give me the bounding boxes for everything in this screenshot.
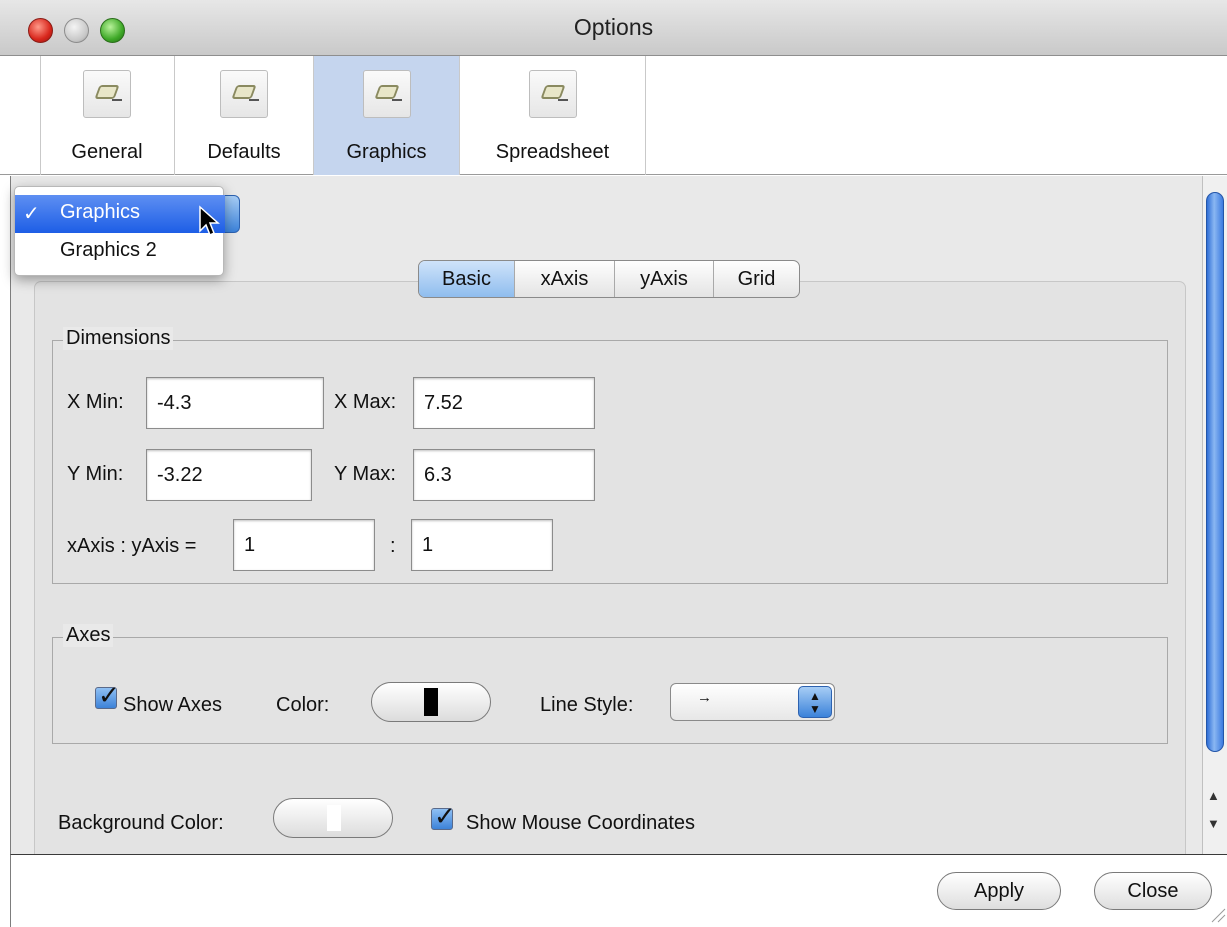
checkmark-icon: ✓ bbox=[434, 801, 456, 831]
checkmark-icon: ✓ bbox=[23, 203, 40, 225]
preferences-icon bbox=[220, 70, 268, 118]
background-color-label: Background Color: bbox=[58, 812, 224, 834]
axes-color-button[interactable] bbox=[371, 682, 491, 722]
title-bar: Options bbox=[0, 0, 1227, 56]
ratio-separator: : bbox=[390, 535, 396, 557]
show-mouse-coordinates-label: Show Mouse Coordinates bbox=[466, 812, 696, 834]
toolbar-item-defaults[interactable]: Defaults bbox=[175, 56, 314, 175]
window-title: Options bbox=[573, 14, 654, 40]
axes-title: Axes bbox=[63, 624, 114, 647]
menu-item-graphics[interactable]: ✓ Graphics bbox=[15, 195, 225, 233]
line-style-label: Line Style: bbox=[540, 694, 634, 716]
dimensions-title: Dimensions bbox=[63, 327, 174, 350]
tab-xaxis[interactable]: xAxis bbox=[515, 261, 615, 297]
close-button[interactable]: Close bbox=[1094, 872, 1212, 910]
show-axes-label: Show Axes bbox=[123, 694, 222, 716]
x-min-label: X Min: bbox=[67, 391, 124, 413]
scrollbar-thumb[interactable] bbox=[1206, 192, 1224, 752]
preferences-icon bbox=[83, 70, 131, 118]
toolbar-item-label: Graphics bbox=[346, 141, 427, 163]
preferences-icon bbox=[362, 70, 411, 118]
toolbar-item-label: General bbox=[71, 141, 143, 163]
axes-color-label: Color: bbox=[276, 694, 330, 716]
toolbar-item-graphics[interactable]: Graphics bbox=[314, 56, 460, 175]
x-min-field[interactable] bbox=[146, 377, 324, 429]
ratio-x-field[interactable] bbox=[233, 519, 375, 571]
show-axes-checkbox[interactable]: ✓ bbox=[95, 680, 120, 710]
ratio-label: xAxis : yAxis = bbox=[67, 535, 197, 557]
x-max-label: X Max: bbox=[334, 391, 397, 413]
menu-item-graphics-2[interactable]: Graphics 2 bbox=[15, 233, 225, 271]
color-swatch bbox=[327, 805, 341, 831]
resize-grip-icon[interactable] bbox=[1208, 905, 1226, 923]
apply-button[interactable]: Apply bbox=[937, 872, 1061, 910]
checkmark-icon: ✓ bbox=[98, 680, 120, 710]
tab-yaxis[interactable]: yAxis bbox=[615, 261, 714, 297]
preferences-icon bbox=[528, 70, 577, 118]
line-style-value: → bbox=[697, 689, 712, 706]
line-style-select[interactable]: → ▲ ▼ bbox=[670, 683, 835, 721]
stepper-arrows-icon: ▲ ▼ bbox=[798, 686, 832, 718]
show-mouse-coordinates-checkbox[interactable]: ✓ bbox=[431, 801, 456, 831]
vertical-scrollbar[interactable]: ▲ ▼ bbox=[1202, 176, 1227, 854]
ratio-y-field[interactable] bbox=[411, 519, 553, 571]
color-swatch bbox=[424, 688, 438, 716]
scroll-up-arrow-icon[interactable]: ▲ bbox=[1207, 788, 1220, 803]
dimensions-group: Dimensions X Min: X Max: Y Min: Y Max: x… bbox=[52, 327, 1168, 584]
mouse-pointer-icon bbox=[198, 205, 220, 245]
background-color-button[interactable] bbox=[273, 798, 393, 838]
settings-tabs: Basic xAxis yAxis Grid bbox=[418, 260, 800, 298]
menu-item-label: Graphics 2 bbox=[60, 239, 157, 261]
y-max-label: Y Max: bbox=[334, 463, 396, 485]
menu-item-label: Graphics bbox=[60, 201, 141, 223]
toolbar-item-label: Defaults bbox=[207, 141, 281, 163]
tab-basic[interactable]: Basic bbox=[419, 261, 515, 297]
toolbar-item-general[interactable]: General bbox=[40, 56, 175, 175]
preferences-toolbar: General Defaults Graphics Spreadsheet bbox=[0, 56, 1227, 175]
x-max-field[interactable] bbox=[413, 377, 595, 429]
y-min-field[interactable] bbox=[146, 449, 312, 501]
axes-group: Axes ✓ Show Axes Color: Line Style: → ▲ ▼ bbox=[52, 624, 1168, 744]
y-max-field[interactable] bbox=[413, 449, 595, 501]
toolbar-item-label: Spreadsheet bbox=[495, 141, 610, 163]
scroll-down-arrow-icon[interactable]: ▼ bbox=[1207, 816, 1220, 831]
y-min-label: Y Min: bbox=[67, 463, 124, 485]
view-popup-menu: ✓ Graphics Graphics 2 bbox=[14, 186, 225, 276]
toolbar-item-spreadsheet[interactable]: Spreadsheet bbox=[460, 56, 646, 175]
tab-grid[interactable]: Grid bbox=[714, 261, 799, 297]
